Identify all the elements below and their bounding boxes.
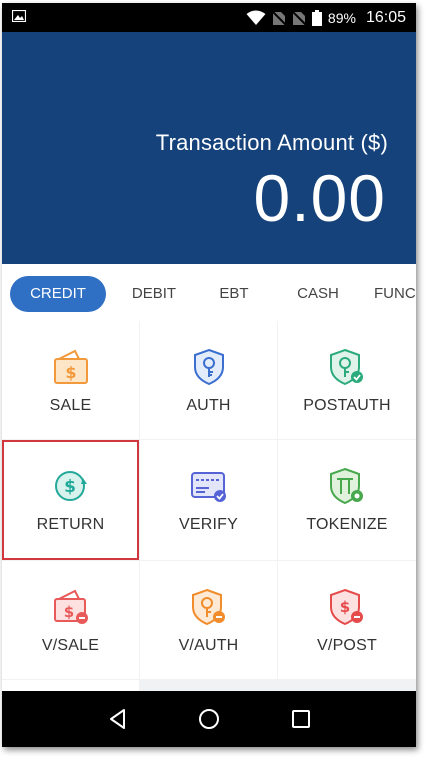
shield-dollar-void-icon: $ [330,588,363,626]
shield-key-check-icon [330,348,363,386]
tab-cash[interactable]: CASH [284,276,352,312]
recents-icon[interactable] [289,707,313,731]
image-notification-icon [12,10,26,22]
wifi-icon [246,10,266,25]
action-next-row-partial [2,680,139,691]
action-verify[interactable]: VERIFY [140,440,277,560]
svg-text:$: $ [65,363,76,382]
action-label: SALE [49,397,92,414]
home-icon[interactable] [197,707,221,731]
action-label: RETURN [36,516,105,533]
battery-icon [311,10,322,26]
amount-header: Transaction Amount ($) 0.00 [2,32,416,264]
back-icon[interactable] [106,707,130,731]
transaction-grid: $ SALE AUTH POSTAUTH $ RETURN VERIFY TOK… [2,321,416,691]
payment-type-tabs: CREDIT DEBIT EBT CASH FUNC [2,264,416,322]
svg-text:$: $ [64,477,76,497]
no-sim-icon-2 [291,10,306,26]
action-label: AUTH [186,397,231,414]
svg-text:$: $ [340,598,350,616]
amount-value[interactable]: 0.00 [254,160,386,236]
status-bar: 89% 16:05 [2,3,416,32]
card-verify-icon [190,472,226,502]
tab-func[interactable]: FUNC [374,276,416,312]
tab-credit[interactable]: CREDIT [10,276,106,312]
android-nav-bar [2,691,416,747]
action-label: VERIFY [179,516,238,533]
phone-screen: 89% 16:05 Transaction Amount ($) 0.00 CR… [2,3,416,747]
dollar-return-icon: $ [54,471,87,501]
action-void-sale[interactable]: $ V/SALE [2,561,139,679]
tab-ebt[interactable]: EBT [204,276,264,312]
action-label: V/POST [317,637,377,654]
amount-label: Transaction Amount ($) [155,130,388,155]
no-sim-icon [271,10,286,26]
shield-key-void-icon [191,588,225,626]
action-label: V/AUTH [178,637,239,654]
battery-percent: 89% [327,10,356,26]
action-void-auth[interactable]: V/AUTH [140,561,277,679]
shield-token-icon [330,467,363,505]
action-tokenize[interactable]: TOKENIZE [278,440,416,560]
wallet-dollar-icon: $ [53,349,88,384]
wallet-dollar-void-icon: $ [53,589,88,624]
action-label: TOKENIZE [306,516,388,533]
clock: 16:05 [365,9,406,26]
svg-text:$: $ [63,603,73,621]
tab-debit[interactable]: DEBIT [120,276,188,312]
action-auth[interactable]: AUTH [140,321,277,439]
action-label: V/SALE [41,637,100,654]
action-void-post[interactable]: $ V/POST [278,561,416,679]
action-sale[interactable]: $ SALE [2,321,139,439]
shield-key-icon [193,348,224,386]
action-postauth[interactable]: POSTAUTH [278,321,416,439]
action-label: POSTAUTH [303,397,391,414]
action-return[interactable]: $ RETURN [2,440,139,560]
